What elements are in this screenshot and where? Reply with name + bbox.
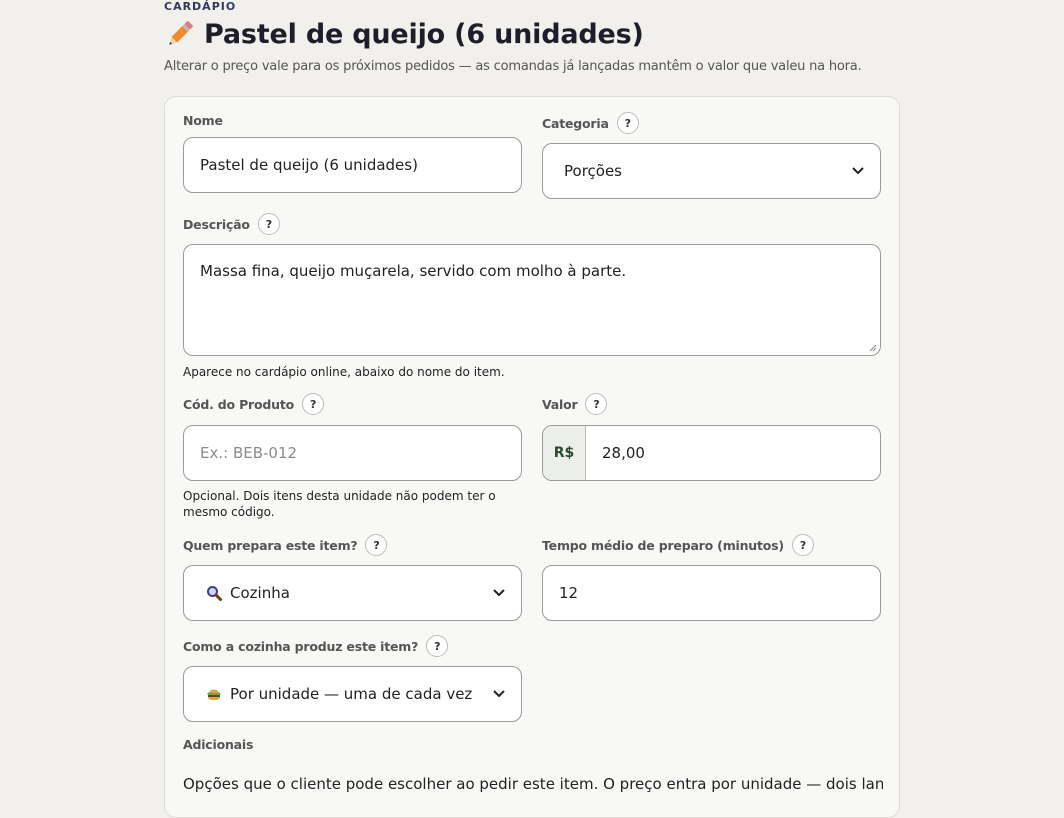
item-form-card: Nome Pastel de queijo (6 unidades) Categ…	[164, 96, 900, 818]
quem-prepara-label: Quem prepara este item? ?	[183, 534, 388, 556]
categoria-value: Porções	[564, 162, 622, 180]
nome-label: Nome	[183, 113, 223, 128]
codigo-placeholder: Ex.: BEB-012	[200, 444, 298, 462]
categoria-label-text: Categoria	[542, 115, 609, 131]
como-produz-label: Como a cozinha produz este item? ?	[183, 635, 449, 657]
quem-prepara-option: Cozinha	[206, 584, 290, 602]
adicionais-description: Opções que o cliente pode escolher ao pe…	[183, 775, 883, 793]
codigo-label-text: Cód. do Produto	[183, 396, 295, 412]
tempo-label: Tempo médio de preparo (minutos) ?	[542, 534, 814, 556]
page-title: Pastel de queijo (6 unidades)	[204, 18, 644, 50]
tempo-value: 12	[559, 584, 579, 602]
adicionais-label-text: Adicionais	[183, 737, 254, 752]
nome-value: Pastel de queijo (6 unidades)	[200, 156, 418, 174]
tempo-input[interactable]: 12	[542, 565, 881, 621]
valor-label-text: Valor	[542, 396, 578, 412]
descricao-label-text: Descrição	[183, 216, 250, 232]
como-produz-option: Por unidade — uma de cada vez	[206, 685, 472, 703]
valor-help-button[interactable]: ?	[585, 393, 608, 415]
como-produz-select[interactable]: Por unidade — uma de cada vez	[183, 666, 522, 722]
codigo-hint-line-1: Opcional. Dois itens desta unidade não p…	[183, 489, 496, 503]
chevron-down-icon	[493, 589, 505, 597]
como-produz-label-text: Como a cozinha produz este item?	[183, 638, 419, 654]
codigo-help-button[interactable]: ?	[302, 393, 325, 415]
burger-icon	[207, 689, 221, 700]
descricao-hint: Aparece no cardápio online, abaixo do no…	[183, 365, 505, 379]
codigo-label: Cód. do Produto ?	[183, 393, 325, 415]
valor-input[interactable]: R$ 28,00	[542, 425, 881, 481]
como-produz-help-button[interactable]: ?	[426, 635, 449, 657]
descricao-label: Descrição ?	[183, 213, 280, 235]
currency-prefix: R$	[543, 426, 586, 480]
resize-grip-icon[interactable]	[869, 344, 877, 352]
nome-input[interactable]: Pastel de queijo (6 unidades)	[183, 137, 522, 193]
chevron-down-icon	[852, 167, 864, 175]
magnifier-icon	[207, 586, 222, 601]
adicionais-label: Adicionais	[183, 737, 253, 752]
tempo-label-text: Tempo médio de preparo (minutos)	[542, 537, 784, 553]
categoria-label: Categoria ?	[542, 112, 639, 134]
chevron-down-icon	[493, 690, 505, 698]
quem-prepara-help-button[interactable]: ?	[365, 534, 388, 556]
descricao-value: Massa fina, queijo muçarela, servido com…	[200, 262, 627, 280]
categoria-select[interactable]: Porções	[542, 143, 881, 199]
quem-prepara-label-text: Quem prepara este item?	[183, 537, 358, 553]
descricao-help-button[interactable]: ?	[257, 213, 280, 235]
page-subtitle: Alterar o preço vale para os próximos pe…	[164, 59, 862, 74]
quem-prepara-select[interactable]: Cozinha	[183, 565, 522, 621]
nome-label-text: Nome	[183, 113, 223, 128]
como-produz-value: Por unidade — uma de cada vez	[230, 685, 473, 703]
codigo-hint-line-2: mesmo código.	[183, 505, 275, 519]
tempo-help-button[interactable]: ?	[791, 534, 814, 556]
valor-value: 28,00	[602, 444, 645, 462]
title-row: Pastel de queijo (6 unidades)	[164, 18, 644, 50]
descricao-textarea[interactable]: Massa fina, queijo muçarela, servido com…	[183, 244, 881, 356]
quem-prepara-value: Cozinha	[230, 584, 290, 602]
codigo-hint: Opcional. Dois itens desta unidade não p…	[183, 488, 496, 520]
codigo-input[interactable]: Ex.: BEB-012	[183, 425, 522, 481]
breadcrumb: CARDÁPIO	[164, 0, 237, 13]
pencil-icon	[169, 21, 193, 45]
valor-label: Valor ?	[542, 393, 608, 415]
categoria-help-button[interactable]: ?	[616, 112, 639, 134]
